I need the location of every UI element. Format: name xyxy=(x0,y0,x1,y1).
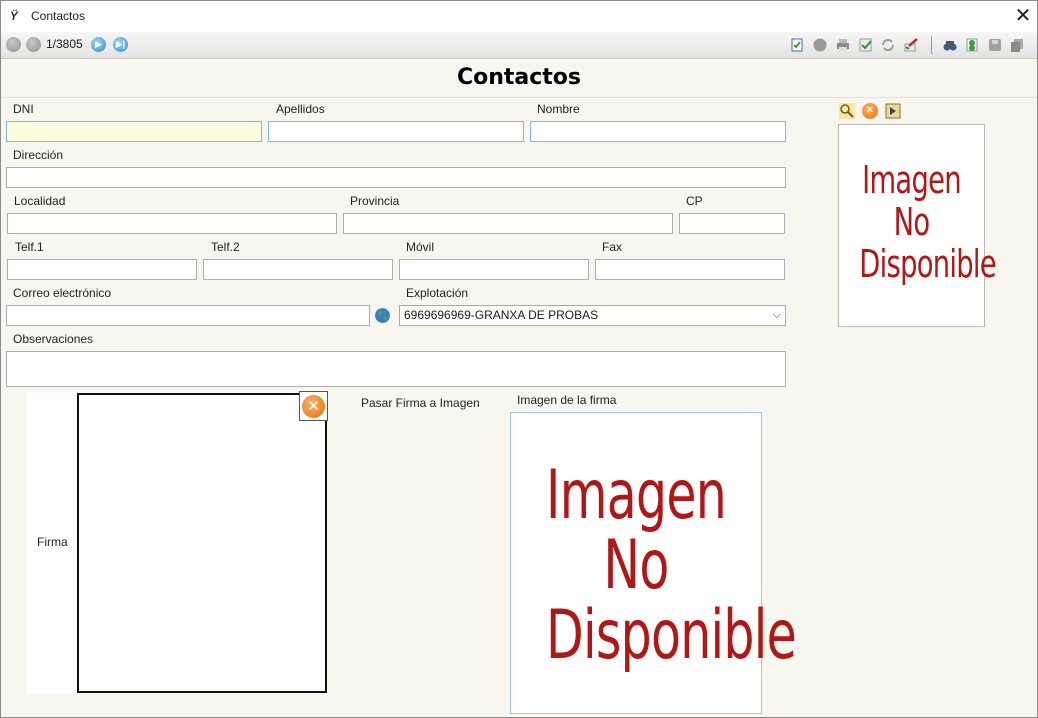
fax-label: Fax xyxy=(602,240,623,254)
telf2-label: Telf.2 xyxy=(211,240,240,254)
localidad-input[interactable] xyxy=(7,213,337,234)
load-photo-icon[interactable] xyxy=(885,103,901,119)
provincia-label: Provincia xyxy=(350,194,400,208)
validate-icon[interactable] xyxy=(858,37,874,53)
delete-photo-icon[interactable]: ✕ xyxy=(862,103,878,119)
delete-icon[interactable] xyxy=(812,37,828,53)
telf1-input[interactable] xyxy=(7,259,197,280)
imagen-firma-label: Imagen de la firma xyxy=(517,393,617,407)
edit-icon[interactable] xyxy=(903,37,919,53)
dni-input[interactable] xyxy=(6,121,262,142)
cp-input[interactable] xyxy=(679,213,785,234)
export-icon[interactable] xyxy=(964,37,980,53)
telf2-input[interactable] xyxy=(203,259,393,280)
copy-icon[interactable] xyxy=(1009,37,1025,53)
nombre-label: Nombre xyxy=(537,102,580,116)
movil-input[interactable] xyxy=(399,259,589,280)
signature-placeholder-text: Imagen No Disponible xyxy=(546,456,797,675)
new-record-icon[interactable] xyxy=(789,37,805,53)
observaciones-input[interactable] xyxy=(6,351,786,387)
contacts-window: Ϋ Contactos ✕ 1/3805 ▶ ▶| Contactos DNI … xyxy=(0,0,1038,718)
correo-input[interactable] xyxy=(6,305,370,326)
app-logo-icon: Ϋ xyxy=(10,9,19,23)
refresh-icon[interactable] xyxy=(880,37,896,53)
firma-label: Firma xyxy=(37,535,68,549)
signature-canvas[interactable] xyxy=(77,393,327,693)
dni-label: DNI xyxy=(13,102,34,116)
direccion-input[interactable] xyxy=(6,167,786,188)
signature-image: Imagen No Disponible xyxy=(510,412,797,714)
search-icon[interactable] xyxy=(942,37,958,53)
pasar-firma-button[interactable]: Pasar Firma a Imagen xyxy=(361,396,480,410)
toolbar-separator xyxy=(931,36,932,54)
print-icon[interactable] xyxy=(835,37,851,53)
apellidos-input[interactable] xyxy=(268,121,524,142)
nombre-input[interactable] xyxy=(530,121,786,142)
toolbar: 1/3805 ▶ ▶| xyxy=(1,32,1037,59)
explotacion-select[interactable]: 6969696969-GRANXA DE PROBAS ⌵ xyxy=(399,305,786,326)
title-bar: Ϋ Contactos ✕ xyxy=(1,1,1037,32)
apellidos-label: Apellidos xyxy=(276,102,325,116)
last-record-icon[interactable]: ▶| xyxy=(113,37,128,52)
magnifier-icon[interactable] xyxy=(839,103,855,119)
title-divider xyxy=(1,97,1037,98)
clear-icon: ✕ xyxy=(302,395,325,418)
previous-record-icon[interactable] xyxy=(26,37,41,52)
localidad-label: Localidad xyxy=(14,194,66,208)
direccion-label: Dirección xyxy=(13,148,64,162)
explotacion-label: Explotación xyxy=(406,286,469,300)
next-record-icon[interactable]: ▶ xyxy=(91,37,106,52)
record-position: 1/3805 xyxy=(46,37,83,51)
clear-signature-button[interactable]: ✕ xyxy=(299,391,328,421)
globe-icon[interactable] xyxy=(374,307,391,324)
provincia-input[interactable] xyxy=(343,213,673,234)
observaciones-label: Observaciones xyxy=(13,332,94,346)
photo-placeholder-text: Imagen No Disponible xyxy=(859,158,996,286)
explotacion-selected-value: 6969696969-GRANXA DE PROBAS xyxy=(404,308,599,322)
correo-label: Correo electrónico xyxy=(13,286,112,300)
contact-form: Contactos DNI Apellidos Nombre Dirección… xyxy=(1,59,1037,717)
cp-label: CP xyxy=(686,194,703,208)
page-title: Contactos xyxy=(456,65,582,90)
movil-label: Móvil xyxy=(406,240,435,254)
telf1-label: Telf.1 xyxy=(15,240,44,254)
contact-photo: Imagen No Disponible xyxy=(838,124,997,327)
close-icon[interactable]: ✕ xyxy=(1011,4,1035,28)
window-title: Contactos xyxy=(31,9,86,23)
save-icon[interactable] xyxy=(987,37,1003,53)
fax-input[interactable] xyxy=(595,259,785,280)
chevron-down-icon[interactable]: ⌵ xyxy=(773,309,781,322)
first-record-icon[interactable] xyxy=(6,37,21,52)
